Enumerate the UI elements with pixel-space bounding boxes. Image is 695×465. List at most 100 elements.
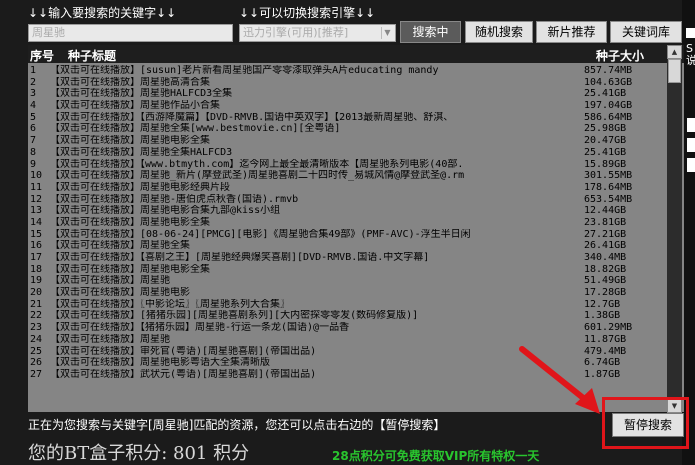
row-size: 1.87GB: [584, 368, 621, 380]
table-row[interactable]: 6 【双击可在线播放】周星驰全集[www.bestmovie.cn][全粤语] 25…: [28, 123, 684, 135]
table-row[interactable]: 9 【双击可在线播放】【www.btmyth.com】迄今网上最全最清晰版本【周星…: [28, 159, 684, 171]
row-size: 27.21GB: [584, 228, 627, 240]
scroll-up-icon[interactable]: ▲: [667, 45, 682, 59]
table-row[interactable]: 26 【双击可在线播放】周星驰电影粤语大全集清晰版 6.74GB: [28, 357, 684, 369]
row-index: 17: [30, 252, 43, 263]
side-checkbox[interactable]: [686, 28, 695, 38]
row-size: 479.4MB: [584, 345, 627, 357]
row-size: 653.54MB: [584, 193, 633, 205]
table-row[interactable]: 21 【双击可在线播放】〖中影论坛〗〖周星驰系列大合集〗 12.7GB: [28, 299, 684, 311]
chevron-down-icon[interactable]: ▼: [381, 27, 393, 39]
table-row[interactable]: 4 【双击可在线播放】周星驰作品小合集 197.04GB: [28, 100, 684, 112]
row-title: 【双击可在线播放】周星驰高清合集: [50, 76, 210, 88]
row-title: 【双击可在线播放】周星驰电影经典片段: [50, 181, 230, 193]
row-index: 10: [30, 170, 43, 182]
table-row[interactable]: 15 【双击可在线播放】[08-06-24][PMCG][电影]《周星驰合集49部…: [28, 229, 684, 241]
score-text: 您的BT盒子积分: 801 积分: [28, 443, 250, 464]
promo-link[interactable]: 28点积分可免费获取VIP所有特权一天: [332, 447, 539, 464]
row-size: 178.64MB: [584, 181, 633, 193]
header-index[interactable]: 序号: [30, 47, 54, 64]
row-size: 25.41GB: [584, 146, 627, 158]
table-row[interactable]: 25 【双击可在线播放】审死官(粤语)[周星驰喜剧](帝国出品) 479.4MB: [28, 346, 684, 358]
keyword-library-button[interactable]: 关键词库: [610, 21, 682, 43]
random-search-button[interactable]: 随机搜索: [465, 21, 533, 43]
table-row[interactable]: 18 【双击可在线播放】周星驰电影全集 18.82GB: [28, 264, 684, 276]
table-row[interactable]: 20 【双击可在线播放】周星驰电影 17.28GB: [28, 287, 684, 299]
row-title: 【双击可在线播放】【www.btmyth.com】迄今网上最全最清晰版本【周星驰…: [50, 158, 464, 170]
table-row[interactable]: 5 【双击可在线播放】【西游降魔篇】【DVD-RMVB.国语中英双字】【2013最…: [28, 112, 684, 124]
row-title: 【双击可在线播放】[猪猪乐园][周星驰喜剧系列][大内密探零零发(数码修复版)]: [50, 310, 419, 322]
row-index: 23: [30, 322, 43, 334]
row-index: 5: [30, 111, 37, 123]
row-size: 197.04GB: [584, 100, 633, 112]
scroll-thumb[interactable]: [668, 59, 681, 83]
row-index: 6: [30, 123, 37, 135]
header-title[interactable]: 种子标题: [68, 47, 116, 64]
searching-button[interactable]: 搜索中: [400, 21, 461, 43]
table-row[interactable]: 1 【双击可在线播放】[susun]老片新看周星驰国产零零漆取弹头A片educat…: [28, 65, 684, 77]
row-size: 601.29MB: [584, 322, 633, 334]
row-title: 【双击可在线播放】周星驰: [50, 333, 170, 345]
row-index: 8: [30, 146, 37, 158]
table-row[interactable]: 11 【双击可在线播放】周星驰电影经典片段 178.64MB: [28, 182, 684, 194]
engine-select[interactable]: 迅力引擎(可用)[推荐] ▼: [239, 24, 396, 42]
row-size: 23.81GB: [584, 216, 627, 228]
table-body: 1 【双击可在线播放】[susun]老片新看周星驰国产零零漆取弹头A片educat…: [28, 65, 684, 381]
row-index: 4: [30, 100, 37, 112]
row-index: 19: [30, 275, 43, 287]
table-row[interactable]: 3 【双击可在线播放】周星驰HALFCD3全集 25.41GB: [28, 88, 684, 100]
engine-select-value: 迅力引擎(可用)[推荐]: [243, 26, 349, 39]
row-title: 【双击可在线播放】周星驰HALFCD3全集: [50, 88, 233, 100]
table-row[interactable]: 23 【双击可在线播放】【猪猪乐园】周星驰-行运一条龙(国语)@一品香 601.29…: [28, 322, 684, 334]
table-row[interactable]: 7 【双击可在线播放】周星驰电影全集 20.47GB: [28, 135, 684, 147]
highlight-box: [602, 397, 689, 449]
vertical-scrollbar[interactable]: ▲ ▼: [667, 45, 682, 413]
results-table: 序号 种子标题 种子大小 1 【双击可在线播放】[susun]老片新看周星驰国产零…: [28, 45, 684, 412]
table-row[interactable]: 12 【双击可在线播放】周星驰-唐伯虎点秋香(国语).rmvb 653.54MB: [28, 194, 684, 206]
row-index: 3: [30, 88, 37, 100]
row-title: 【双击可在线播放】周星驰: [50, 275, 170, 287]
row-index: 21: [30, 298, 43, 310]
row-index: 15: [30, 228, 43, 240]
table-row[interactable]: 13 【双击可在线播放】周星驰电影合集九部@kiss小组 12.44GB: [28, 205, 684, 217]
table-row[interactable]: 17 【双击可在线播放】【喜剧之王】[周星驰经典爆笑喜剧][DVD-RMVB.国语…: [28, 252, 684, 264]
row-size: 18.82GB: [584, 263, 627, 275]
engine-label: ↓↓可以切换搜索引擎↓↓: [239, 6, 376, 20]
table-row[interactable]: 10 【双击可在线播放】周星驰_新片(摩登武圣)周星驰喜剧二十四时传_易城风情@摩…: [28, 170, 684, 182]
table-row[interactable]: 22 【双击可在线播放】[猪猪乐园][周星驰喜剧系列][大内密探零零发(数码修复版…: [28, 310, 684, 322]
keyword-input[interactable]: 周星驰: [28, 24, 233, 42]
row-title: 【双击可在线播放】周星驰电影: [50, 287, 190, 299]
row-title: 【双击可在线播放】周星驰作品小合集: [50, 100, 220, 112]
row-index: 14: [30, 216, 43, 228]
row-index: 18: [30, 263, 43, 275]
table-row[interactable]: 14 【双击可在线播放】周星驰电影全集 23.81GB: [28, 217, 684, 229]
table-row[interactable]: 2 【双击可在线播放】周星驰高清合集 104.63GB: [28, 77, 684, 89]
table-row[interactable]: 24 【双击可在线播放】周星驰 11.87GB: [28, 334, 684, 346]
row-title: 【双击可在线播放】周星驰全集[www.bestmovie.cn][全粤语]: [50, 123, 341, 135]
row-size: 6.74GB: [584, 357, 621, 369]
table-row[interactable]: 27 【双击可在线播放】武状元(粤语)[周星驰喜剧](帝国出品) 1.87GB: [28, 369, 684, 381]
row-title: 【双击可在线播放】审死官(粤语)[周星驰喜剧](帝国出品): [50, 345, 317, 357]
row-title: 【双击可在线播放】周星驰_新片(摩登武圣)周星驰喜剧二十四时传_易城风情@摩登武…: [50, 170, 465, 182]
row-title: 【双击可在线播放】周星驰全集HALFCD3: [50, 146, 233, 158]
row-index: 7: [30, 135, 37, 147]
row-size: 11.87GB: [584, 333, 627, 345]
row-size: 857.74MB: [584, 65, 633, 76]
row-title: 【双击可在线播放】周星驰电影全集: [50, 135, 210, 147]
row-size: 586.64MB: [584, 111, 633, 123]
row-size: 1.38GB: [584, 310, 621, 322]
table-row[interactable]: 19 【双击可在线播放】周星驰 51.49GB: [28, 275, 684, 287]
row-title: 【双击可在线播放】周星驰电影合集九部@kiss小组: [50, 205, 281, 217]
table-row[interactable]: 16 【双击可在线播放】周星驰全集 26.41GB: [28, 240, 684, 252]
header-size[interactable]: 种子大小: [596, 47, 644, 64]
row-index: 13: [30, 205, 43, 217]
row-size: 17.28GB: [584, 287, 627, 299]
row-title: 【双击可在线播放】【西游降魔篇】【DVD-RMVB.国语中英双字】【2013最新…: [50, 111, 454, 123]
table-row[interactable]: 8 【双击可在线播放】周星驰全集HALFCD3 25.41GB: [28, 147, 684, 159]
row-size: 15.89GB: [584, 158, 627, 170]
new-movies-button[interactable]: 新片推荐: [536, 21, 607, 43]
status-text: 正在为您搜索与关键字[周星驰]匹配的资源，您还可以点击右边的【暂停搜索】: [28, 418, 446, 432]
row-index: 16: [30, 240, 43, 252]
row-size: 25.98GB: [584, 123, 627, 135]
row-title: 【双击可在线播放】周星驰电影粤语大全集清晰版: [50, 357, 270, 369]
